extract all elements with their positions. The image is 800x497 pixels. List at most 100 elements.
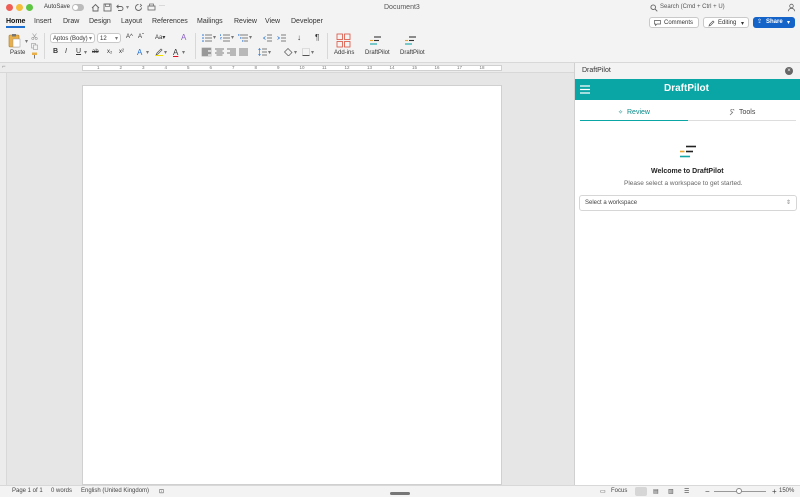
zoom-level[interactable]: 150% xyxy=(779,488,794,494)
undo-icon[interactable] xyxy=(115,3,124,12)
change-case-icon[interactable]: Aa▾ xyxy=(155,34,165,41)
align-center-icon[interactable] xyxy=(215,48,224,56)
increase-indent-icon[interactable] xyxy=(277,34,286,42)
document-page[interactable] xyxy=(82,85,502,485)
resize-handle[interactable] xyxy=(390,492,410,495)
zoom-slider[interactable] xyxy=(714,488,766,494)
print-layout-view-icon[interactable] xyxy=(635,487,647,496)
underline-dropdown-icon[interactable]: ▾ xyxy=(84,49,87,56)
undo-dropdown-icon[interactable]: ▾ xyxy=(126,4,129,11)
zoom-slider-thumb[interactable] xyxy=(736,488,742,494)
tab-developer[interactable]: Developer xyxy=(291,18,323,25)
underline-icon[interactable]: U xyxy=(76,48,81,55)
decrease-indent-icon[interactable] xyxy=(263,34,272,42)
line-spacing-dropdown-icon[interactable]: ▾ xyxy=(268,49,271,56)
superscript-icon[interactable]: x² xyxy=(119,49,124,55)
save-icon[interactable] xyxy=(103,3,112,12)
wrench-icon xyxy=(729,109,735,116)
add-ins-icon[interactable] xyxy=(336,33,351,48)
tab-mailings[interactable]: Mailings xyxy=(197,18,223,25)
tab-insert[interactable]: Insert xyxy=(34,18,52,25)
paste-dropdown-icon[interactable]: ▾ xyxy=(25,38,28,45)
search-box[interactable]: Search (Cmd + Ctrl + U) xyxy=(660,4,725,10)
share-button[interactable]: ⇪ Share ▾ xyxy=(753,17,795,28)
web-layout-icon[interactable]: ▥ xyxy=(668,488,674,495)
page-count[interactable]: Page 1 of 1 xyxy=(12,488,43,494)
tab-review[interactable]: Review xyxy=(234,18,257,25)
clear-formatting-icon[interactable]: A xyxy=(181,33,186,42)
tab-layout[interactable]: Layout xyxy=(121,18,142,25)
account-icon[interactable] xyxy=(787,3,796,12)
editing-button[interactable]: Editing ▾ xyxy=(703,17,749,28)
tab-design[interactable]: Design xyxy=(89,18,111,25)
align-right-icon[interactable] xyxy=(227,48,236,56)
sort-icon[interactable]: ↓ xyxy=(297,33,301,42)
home-icon[interactable] xyxy=(91,3,100,12)
tab-stop-selector-icon[interactable]: ⌐ xyxy=(2,64,6,70)
cut-icon[interactable] xyxy=(31,33,38,40)
italic-icon[interactable]: I xyxy=(65,48,67,55)
pane-tab-tools[interactable]: Tools xyxy=(688,105,796,121)
font-color-icon[interactable]: A xyxy=(173,48,178,57)
outline-view-icon[interactable]: ☰ xyxy=(684,488,689,495)
draftpilot-review-icon[interactable] xyxy=(369,36,382,45)
print-icon[interactable] xyxy=(147,3,156,12)
numbering-icon[interactable] xyxy=(220,34,230,42)
redo-icon[interactable] xyxy=(134,3,143,12)
focus-icon[interactable]: ▭ xyxy=(600,488,606,495)
decrease-font-icon[interactable]: Aˇ xyxy=(138,34,144,40)
subscript-icon[interactable]: x₂ xyxy=(107,49,112,55)
pane-tab-review[interactable]: ✧ Review xyxy=(580,105,688,121)
bullets-dropdown-icon[interactable]: ▾ xyxy=(213,34,216,41)
paste-icon[interactable] xyxy=(7,33,22,48)
tab-references[interactable]: References xyxy=(152,18,188,25)
text-effects-dropdown-icon[interactable]: ▾ xyxy=(146,49,149,56)
pilcrow-icon[interactable]: ¶ xyxy=(315,33,319,42)
align-left-button[interactable] xyxy=(201,47,212,57)
line-spacing-icon[interactable] xyxy=(258,48,267,56)
font-name-select[interactable]: Aptos (Body) ▾ xyxy=(50,33,95,43)
close-window-button[interactable] xyxy=(6,4,13,11)
more-commands-icon[interactable]: ··· xyxy=(159,3,165,9)
read-mode-icon[interactable]: ▤ xyxy=(653,488,659,495)
borders-dropdown-icon[interactable]: ▾ xyxy=(311,49,314,56)
bullets-icon[interactable] xyxy=(202,34,212,42)
highlight-dropdown-icon[interactable]: ▾ xyxy=(164,49,167,56)
tab-draw[interactable]: Draw xyxy=(63,18,79,25)
workspace-select[interactable]: Select a workspace ⇕ xyxy=(579,195,797,211)
borders-icon[interactable] xyxy=(302,48,310,56)
zoom-out-icon[interactable]: − xyxy=(705,487,710,496)
zoom-in-icon[interactable]: + xyxy=(772,487,777,496)
strikethrough-icon[interactable]: ab xyxy=(92,49,99,55)
autosave-toggle[interactable] xyxy=(72,4,84,11)
multilevel-list-icon[interactable] xyxy=(238,34,248,42)
word-count[interactable]: 0 words xyxy=(51,488,72,494)
increase-font-icon[interactable]: A^ xyxy=(126,34,133,40)
accessibility-icon[interactable]: ⊡ xyxy=(159,488,164,495)
numbering-dropdown-icon[interactable]: ▾ xyxy=(231,34,234,41)
draftpilot-tools-icon[interactable] xyxy=(404,36,417,45)
justify-icon[interactable] xyxy=(239,48,248,56)
close-icon[interactable]: × xyxy=(785,67,793,75)
highlight-icon[interactable] xyxy=(155,48,163,56)
vertical-ruler[interactable] xyxy=(0,73,7,485)
horizontal-ruler[interactable]: 1 2 3 4 5 6 7 8 9 10 11 12 13 14 15 16 17 18 xyxy=(82,65,502,71)
minimize-window-button[interactable] xyxy=(16,4,23,11)
comments-button[interactable]: Comments xyxy=(649,17,699,28)
tab-home[interactable]: Home xyxy=(6,18,26,28)
text-effects-icon[interactable]: A xyxy=(137,48,142,57)
format-painter-icon[interactable] xyxy=(31,52,38,59)
copy-icon[interactable] xyxy=(31,43,38,50)
hamburger-menu-icon[interactable] xyxy=(580,85,590,94)
bold-icon[interactable]: B xyxy=(53,48,58,55)
multilevel-dropdown-icon[interactable]: ▾ xyxy=(249,34,252,41)
focus-label[interactable]: Focus xyxy=(611,488,627,494)
maximize-window-button[interactable] xyxy=(26,4,33,11)
tab-view[interactable]: View xyxy=(265,18,280,25)
shading-icon[interactable] xyxy=(284,48,293,56)
home-toolbar: Paste ▾ Aptos (Body) ▾ 12 ▾ A^ Aˇ Aa▾ A … xyxy=(0,30,800,63)
shading-dropdown-icon[interactable]: ▾ xyxy=(294,49,297,56)
font-size-select[interactable]: 12 ▾ xyxy=(97,33,121,43)
font-color-dropdown-icon[interactable]: ▾ xyxy=(182,49,185,56)
language-indicator[interactable]: English (United Kingdom) xyxy=(81,488,149,494)
